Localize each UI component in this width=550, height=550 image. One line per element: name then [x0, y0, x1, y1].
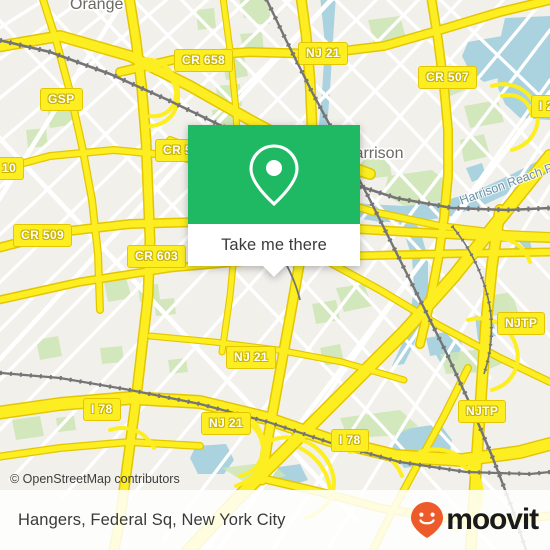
map-pin-icon [249, 143, 299, 206]
road-shield: CR 603 [127, 245, 187, 268]
moovit-smiling-pin-icon [411, 502, 444, 538]
road-shield: I 78 [83, 398, 121, 421]
road-shield: CR 507 [418, 66, 478, 89]
poi-card-pointer-tail [263, 266, 285, 277]
road-shield: NJ 21 [201, 412, 252, 435]
poi-card-header [188, 125, 360, 224]
road-shield: GSP [40, 88, 83, 111]
moovit-wordmark: moovit [446, 503, 539, 536]
poi-card-footer[interactable]: Take me there [188, 224, 360, 277]
road-shield: I 78 [331, 429, 369, 452]
road-shield: 10 [0, 157, 25, 180]
road-shield: NJTP [458, 400, 507, 423]
osm-attribution[interactable]: © OpenStreetMap contributors [10, 472, 180, 486]
page-title: Hangers, Federal Sq, New York City [18, 510, 286, 529]
moovit-logo[interactable]: moovit [410, 501, 539, 539]
bottom-bar: Hangers, Federal Sq, New York City moovi… [0, 490, 550, 550]
road-shield: I 28 [531, 95, 550, 118]
map-screenshot-root: CR 658NJ 21CR 507I 28GSPCR 5010CR 509CR … [0, 0, 550, 550]
road-shield: NJ 21 [226, 346, 277, 369]
place-label: Orange [70, 0, 124, 13]
take-me-there-label: Take me there [221, 235, 327, 254]
road-shield: NJTP [497, 312, 546, 335]
road-shield: NJ 21 [298, 42, 349, 65]
road-shield: CR 509 [13, 224, 73, 247]
road-shield: CR 658 [174, 49, 234, 72]
poi-popup-card[interactable]: Take me there [188, 125, 360, 277]
